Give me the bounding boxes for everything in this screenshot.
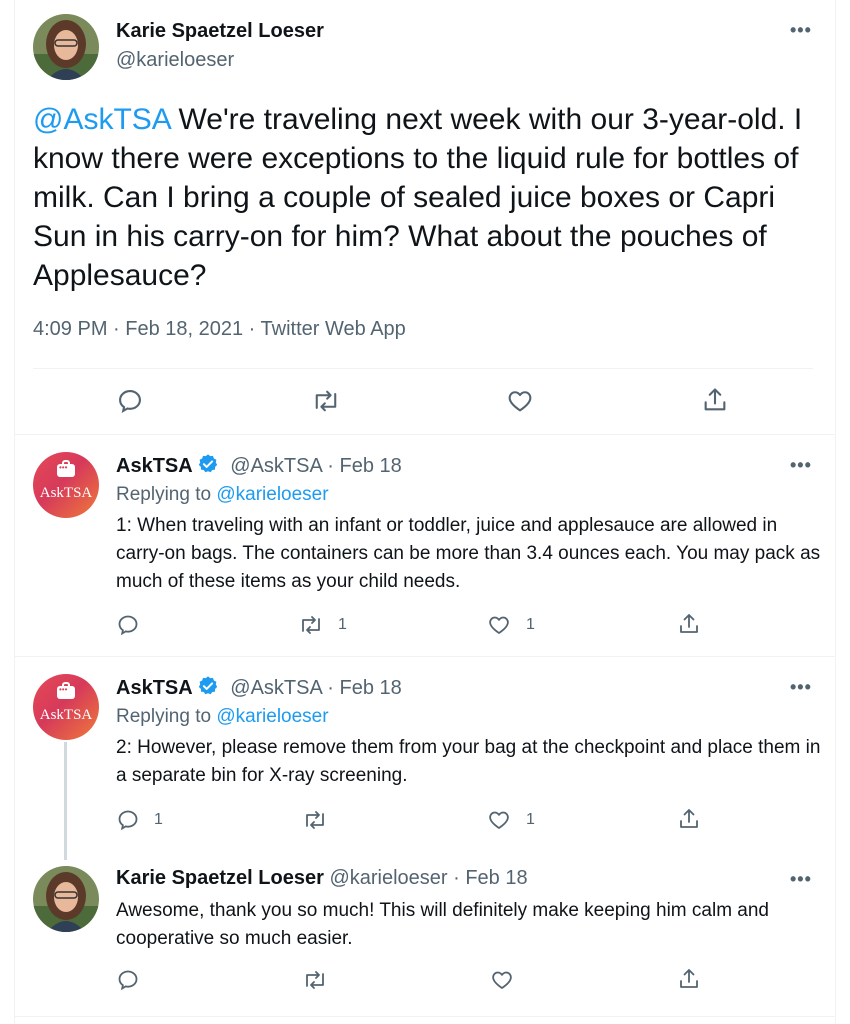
thread-connector bbox=[64, 742, 67, 860]
replying-prefix: Replying to bbox=[116, 484, 217, 505]
retweet-button[interactable] bbox=[302, 968, 328, 992]
retweet-button[interactable]: 1 bbox=[298, 613, 347, 637]
more-icon[interactable]: ••• bbox=[790, 869, 812, 890]
like-button[interactable]: 1 bbox=[486, 808, 535, 832]
retweet-count: 1 bbox=[338, 616, 347, 633]
tweet-date[interactable]: · Feb 18 bbox=[327, 677, 401, 699]
like-button[interactable] bbox=[506, 387, 534, 415]
share-icon bbox=[680, 614, 698, 633]
mention-link[interactable]: @karieloeser bbox=[216, 706, 328, 727]
chat-bubble-icon bbox=[57, 460, 75, 477]
divider bbox=[14, 656, 836, 657]
author-avatar[interactable] bbox=[33, 14, 99, 80]
reply-button[interactable] bbox=[116, 387, 144, 415]
replying-prefix: Replying to bbox=[116, 706, 217, 727]
heart-icon bbox=[489, 811, 509, 829]
tweet-meta[interactable]: 4:09 PM · Feb 18, 2021 · Twitter Web App bbox=[33, 318, 406, 341]
author-name[interactable]: Karie Spaetzel Loeser bbox=[116, 867, 324, 889]
reply-icon bbox=[118, 810, 138, 831]
share-button[interactable] bbox=[701, 386, 729, 414]
replying-to: Replying to @karieloeser bbox=[116, 706, 329, 728]
chat-bubble-icon bbox=[57, 682, 75, 699]
share-button[interactable] bbox=[677, 807, 701, 831]
reply-text: 2: However, please remove them from your… bbox=[116, 737, 821, 786]
author-handle[interactable]: @AskTSA bbox=[230, 455, 321, 477]
share-button[interactable] bbox=[677, 612, 701, 636]
author-avatar[interactable] bbox=[33, 866, 99, 932]
reply-count: 1 bbox=[154, 811, 163, 828]
reply-button[interactable]: 1 bbox=[116, 808, 163, 832]
author-name[interactable]: Karie Spaetzel Loeser bbox=[116, 20, 324, 43]
more-icon[interactable]: ••• bbox=[790, 455, 812, 476]
author-handle[interactable]: @karieloeser bbox=[329, 867, 447, 889]
like-count: 1 bbox=[526, 616, 535, 633]
tweet-text: @AskTSA We're traveling next week with o… bbox=[33, 100, 823, 295]
reply-icon bbox=[118, 615, 138, 636]
reply-icon bbox=[119, 390, 141, 414]
reply-header: AskTSA @AskTSA · Feb 18 bbox=[116, 675, 402, 700]
asktsa-avatar[interactable]: AskTSA bbox=[33, 674, 99, 740]
divider bbox=[33, 368, 813, 369]
retweet-icon bbox=[302, 616, 320, 634]
share-icon bbox=[704, 388, 726, 411]
author-handle[interactable]: @karieloeser bbox=[116, 49, 234, 72]
reply-header: AskTSA @AskTSA · Feb 18 bbox=[116, 453, 402, 478]
share-icon bbox=[680, 809, 698, 828]
verified-badge-icon bbox=[198, 676, 217, 695]
retweet-button[interactable] bbox=[302, 808, 342, 832]
mention-link[interactable]: @AskTSA bbox=[33, 103, 170, 136]
retweet-icon bbox=[315, 390, 337, 412]
heart-icon bbox=[508, 391, 532, 412]
heart-icon bbox=[489, 616, 509, 634]
heart-icon bbox=[492, 971, 512, 989]
more-icon[interactable]: ••• bbox=[790, 677, 812, 698]
divider bbox=[14, 434, 836, 435]
share-icon bbox=[680, 969, 698, 988]
tweet-date[interactable]: · Feb 18 bbox=[453, 867, 527, 889]
avatar-logo-text: AskTSA bbox=[39, 707, 93, 723]
author-name[interactable]: AskTSA bbox=[116, 677, 193, 699]
reply-text: Awesome, thank you so much! This will de… bbox=[116, 900, 769, 949]
verified-badge-icon bbox=[198, 454, 217, 473]
tweet-date[interactable]: · Feb 18 bbox=[327, 455, 401, 477]
replying-to: Replying to @karieloeser bbox=[116, 484, 329, 506]
reply-header: Karie Spaetzel Loeser @karieloeser · Feb… bbox=[116, 867, 528, 890]
reply-button[interactable] bbox=[116, 968, 140, 992]
divider bbox=[14, 1016, 836, 1017]
reply-text: 1: When traveling with an infant or todd… bbox=[116, 515, 821, 592]
reply-icon bbox=[118, 970, 138, 991]
retweet-button[interactable] bbox=[311, 387, 341, 415]
avatar-logo-text: AskTSA bbox=[39, 485, 93, 501]
mention-link[interactable]: @karieloeser bbox=[216, 484, 328, 505]
share-button[interactable] bbox=[677, 967, 701, 991]
retweet-icon bbox=[306, 971, 324, 989]
like-button[interactable] bbox=[489, 968, 515, 992]
more-icon[interactable]: ••• bbox=[790, 20, 812, 41]
author-name[interactable]: AskTSA bbox=[116, 455, 193, 477]
author-handle[interactable]: @AskTSA bbox=[230, 677, 321, 699]
like-count: 1 bbox=[526, 811, 535, 828]
retweet-icon bbox=[306, 811, 324, 829]
asktsa-avatar[interactable]: AskTSA bbox=[33, 452, 99, 518]
like-button[interactable]: 1 bbox=[486, 613, 535, 637]
reply-button[interactable] bbox=[116, 613, 154, 637]
